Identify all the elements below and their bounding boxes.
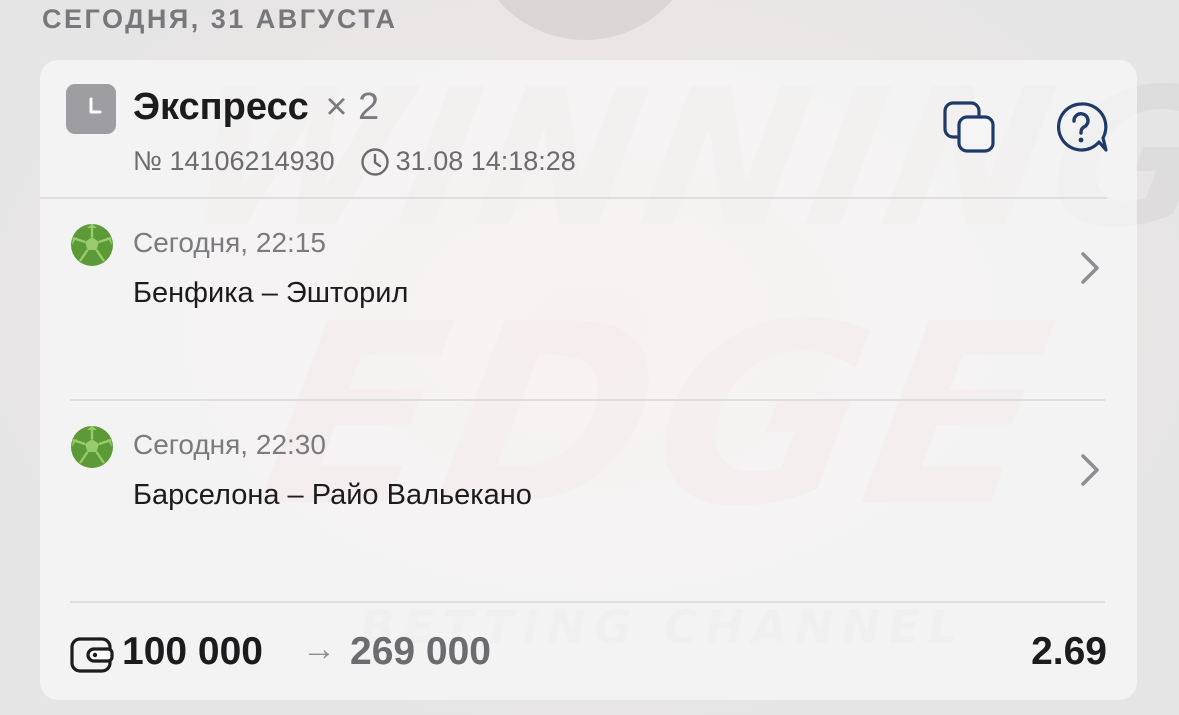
bet-meta: № 14106214930 31.08 14:18:28	[133, 146, 576, 177]
bet-datetime: 31.08 14:18:28	[395, 146, 576, 176]
event-row-1[interactable]: Сегодня, 22:15 Бенфика – Эшторил	[40, 199, 1137, 399]
event-time: Сегодня, 22:15	[133, 227, 326, 258]
event-row-2[interactable]: Сегодня, 22:30 Барселона – Райо Вальекан…	[40, 401, 1137, 601]
clock-icon	[66, 84, 116, 134]
bet-type-label: Экспресс	[133, 86, 309, 128]
bet-title: Экспресс × 2	[133, 82, 379, 132]
time-clock-icon	[360, 147, 390, 177]
football-icon	[70, 223, 114, 272]
date-section-header: СЕГОДНЯ, 31 АВГУСТА	[42, 4, 398, 34]
bet-card[interactable]: Экспресс × 2 № 14106214930 31.08 14:18:2…	[40, 60, 1137, 700]
chevron-right-icon[interactable]	[1075, 249, 1105, 292]
question-icon[interactable]	[1054, 100, 1110, 161]
payout-amount: 269 000	[350, 630, 491, 673]
chevron-right-icon[interactable]	[1075, 451, 1105, 494]
bet-summary: 100 000 → 269 000 2.69	[70, 628, 1110, 678]
watermark-ball	[470, 0, 700, 40]
football-icon	[70, 425, 114, 474]
event-time: Сегодня, 22:30	[133, 429, 326, 460]
arrow-right-icon: →	[302, 630, 336, 668]
divider	[70, 601, 1105, 603]
stake-amount: 100 000	[122, 630, 263, 673]
event-match: Бенфика – Эшторил	[133, 277, 409, 309]
wallet-icon	[70, 636, 114, 679]
event-match: Барселона – Райо Вальекано	[133, 479, 532, 511]
total-odds: 2.69	[1031, 630, 1107, 673]
bet-count-label: × 2	[325, 86, 380, 128]
copy-icon[interactable]	[942, 100, 998, 161]
bet-number: № 14106214930	[133, 146, 335, 176]
